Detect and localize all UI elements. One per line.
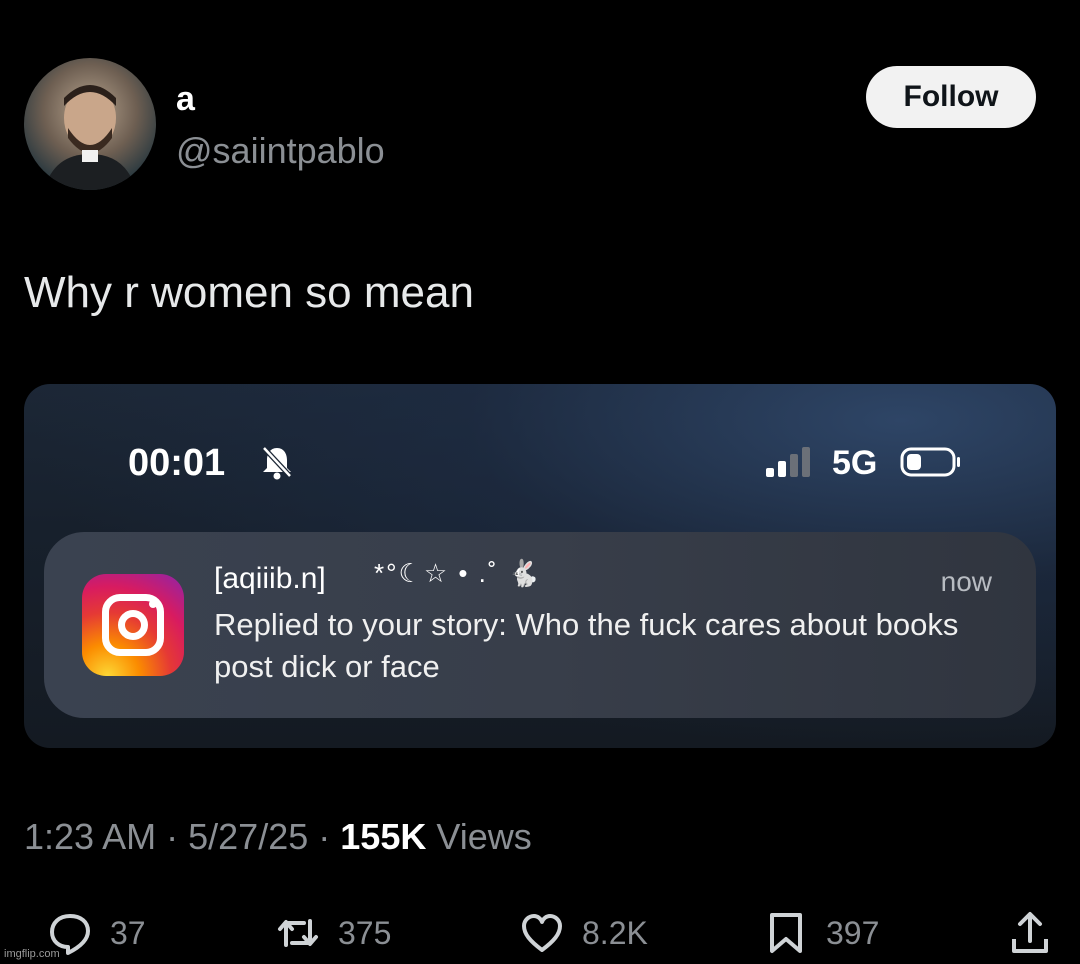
tweet-meta: 1:23 AM · 5/27/25 · 155K Views <box>24 816 532 858</box>
repost-count: 375 <box>338 914 392 951</box>
handle[interactable]: @saiintpablo <box>176 130 385 172</box>
bookmark-icon <box>770 913 802 953</box>
meta-separator: · <box>166 816 179 857</box>
bookmark-count: 397 <box>826 914 880 951</box>
network-label: 5G <box>832 444 878 482</box>
meta-separator: · <box>318 816 331 857</box>
notification-time: now <box>940 566 992 597</box>
reply-button[interactable]: 37 <box>48 906 146 960</box>
notification-body: Replied to your story: Who the fuck care… <box>214 607 959 684</box>
notification-decoration: *°☾☆ • .˚ 🐇 <box>374 558 543 588</box>
repost-icon <box>278 919 318 947</box>
tweet-time[interactable]: 1:23 AM <box>24 816 156 857</box>
share-icon <box>1012 912 1048 953</box>
status-time: 00:01 <box>128 442 226 484</box>
signal-icon <box>766 447 810 477</box>
like-count: 8.2K <box>582 914 648 951</box>
tweet-date[interactable]: 5/27/25 <box>188 816 308 857</box>
like-icon <box>522 914 562 952</box>
share-button[interactable] <box>1008 906 1052 960</box>
notification-sender: [aqiiib.n] <box>214 562 326 595</box>
tweet-page: a @saiintpablo Follow Why r women so mea… <box>0 0 1080 964</box>
like-button[interactable]: 8.2K <box>520 906 648 960</box>
tweet-text: Why r women so mean <box>24 268 474 317</box>
views-label: Views <box>436 816 532 857</box>
action-bar: 37 375 8.2K 397 <box>0 906 1080 964</box>
instagram-notification[interactable]: [aqiiib.n] *°☾☆ • .˚ 🐇 now Replied to yo… <box>44 532 1036 718</box>
bell-slash-icon <box>262 446 292 480</box>
reply-count: 37 <box>110 914 146 951</box>
media-image[interactable]: 00:01 5G [aqiiib.n] *°☾☆ • .˚ 🐇 now Repl… <box>24 384 1056 748</box>
display-name[interactable]: a <box>176 80 195 119</box>
follow-button[interactable]: Follow <box>866 66 1036 128</box>
avatar[interactable] <box>24 58 156 190</box>
instagram-icon <box>82 574 184 676</box>
watermark: imgflip.com <box>4 948 60 960</box>
repost-button[interactable]: 375 <box>276 906 391 960</box>
battery-icon <box>900 447 960 477</box>
views-count[interactable]: 155K <box>340 816 426 857</box>
bookmark-button[interactable]: 397 <box>764 906 879 960</box>
